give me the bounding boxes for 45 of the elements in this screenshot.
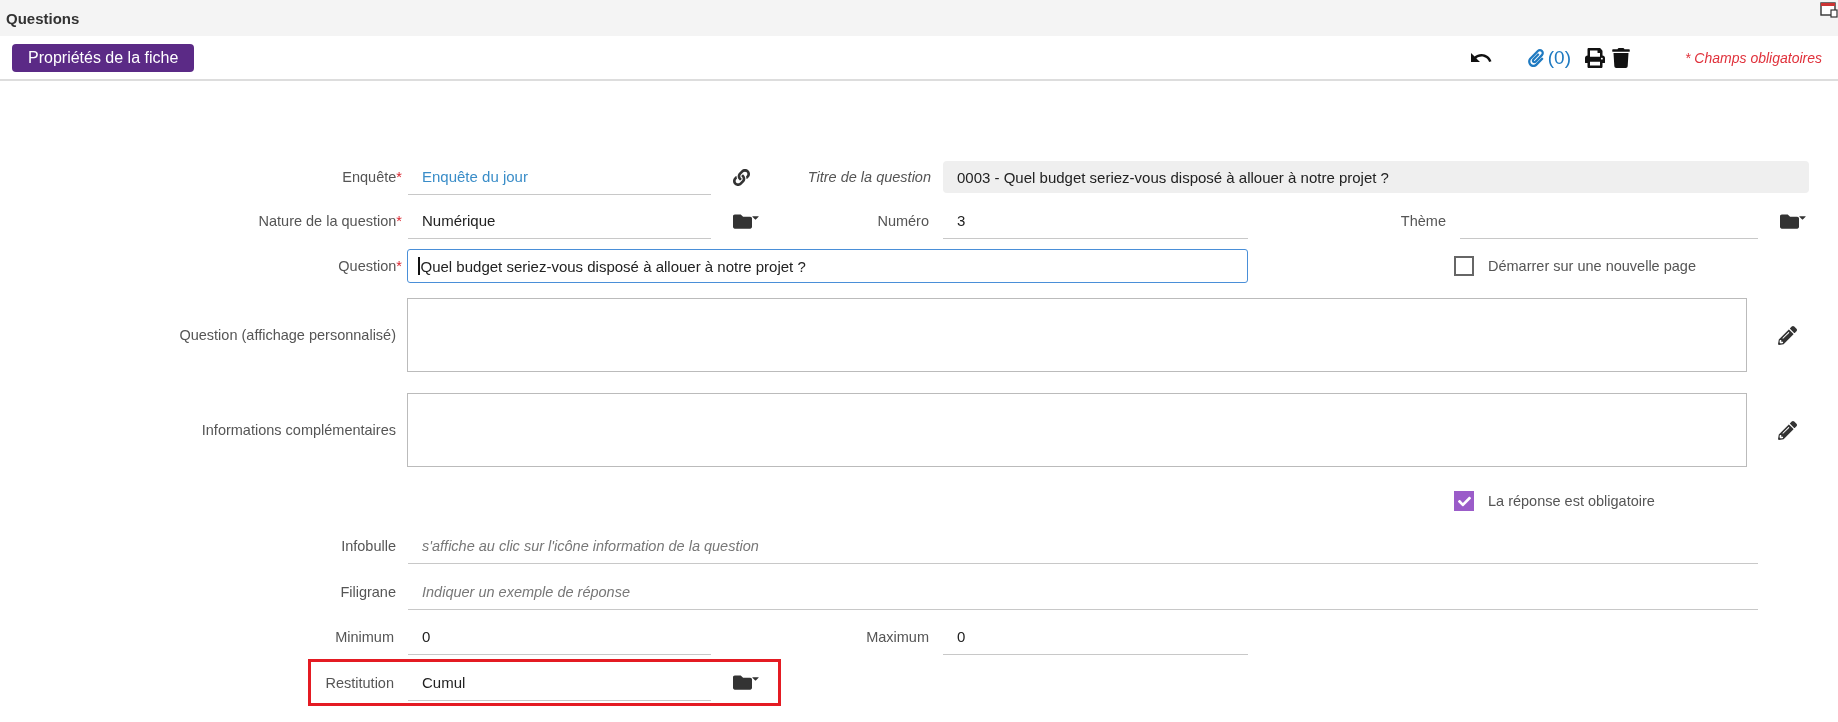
checkbox-label: Démarrer sur une nouvelle page xyxy=(1488,258,1696,274)
paperclip-icon[interactable] xyxy=(1526,48,1545,67)
field-label: Restitution xyxy=(325,674,394,691)
required-mark: * xyxy=(396,213,402,229)
check-icon xyxy=(1457,494,1471,508)
field-label: Thème xyxy=(1400,213,1446,229)
attachments-link[interactable]: (0) xyxy=(1547,46,1572,69)
field-label: Question xyxy=(338,258,397,274)
print-icon[interactable] xyxy=(1585,47,1606,68)
field-label: Enquête xyxy=(342,169,397,185)
checkbox[interactable] xyxy=(1454,491,1474,511)
field-label: Numéro xyxy=(877,213,929,229)
trash-icon[interactable] xyxy=(1611,47,1632,68)
text-field[interactable]: Numérique xyxy=(408,203,711,239)
pencil-icon[interactable] xyxy=(1778,325,1797,345)
window-icon[interactable] xyxy=(1820,2,1838,18)
folder-menu-icon[interactable] xyxy=(733,211,761,231)
checkbox[interactable] xyxy=(1454,256,1474,276)
field-label: Filigrane xyxy=(340,584,396,600)
question-input[interactable]: Quel budget seriez-vous disposé à allouer à notre projet ? xyxy=(407,249,1248,283)
field-label: Titre de la question xyxy=(807,169,931,185)
survey-link[interactable]: Enquête du jour xyxy=(408,159,711,195)
field-label: Maximum xyxy=(866,629,929,645)
page-title: Questions xyxy=(6,9,80,27)
pencil-icon[interactable] xyxy=(1778,420,1797,440)
field-label: Infobulle xyxy=(341,538,396,554)
checkbox-label: La réponse est obligatoire xyxy=(1488,493,1655,509)
form-properties-button[interactable]: Propriétés de la fiche xyxy=(12,43,195,72)
text-field[interactable]: Indiquer un exemple de réponse xyxy=(408,574,1758,610)
required-mark: * xyxy=(396,258,402,274)
folder-menu-icon[interactable] xyxy=(1780,211,1808,231)
text-field[interactable]: 3 xyxy=(943,203,1248,239)
field-label: Question (affichage personnalisé) xyxy=(179,327,396,343)
title-field: 0003 - Quel budget seriez-vous disposé à allouer à notre projet ? xyxy=(943,161,1809,193)
required-mark: * xyxy=(396,169,402,185)
link-icon[interactable] xyxy=(733,168,750,186)
text-field[interactable]: Cumul xyxy=(408,664,711,701)
text-field[interactable]: 0 xyxy=(943,619,1248,655)
folder-menu-icon[interactable] xyxy=(733,673,761,692)
text-field[interactable]: s'affiche au clic sur l'icône information de la question xyxy=(408,528,1758,564)
field-label: Informations complémentaires xyxy=(201,422,396,438)
field-label: Nature de la question xyxy=(258,213,397,229)
text-field[interactable]: 0 xyxy=(408,619,711,655)
field-label: Minimum xyxy=(335,629,394,645)
required-fields-note: * Champs obligatoires xyxy=(1685,49,1822,66)
